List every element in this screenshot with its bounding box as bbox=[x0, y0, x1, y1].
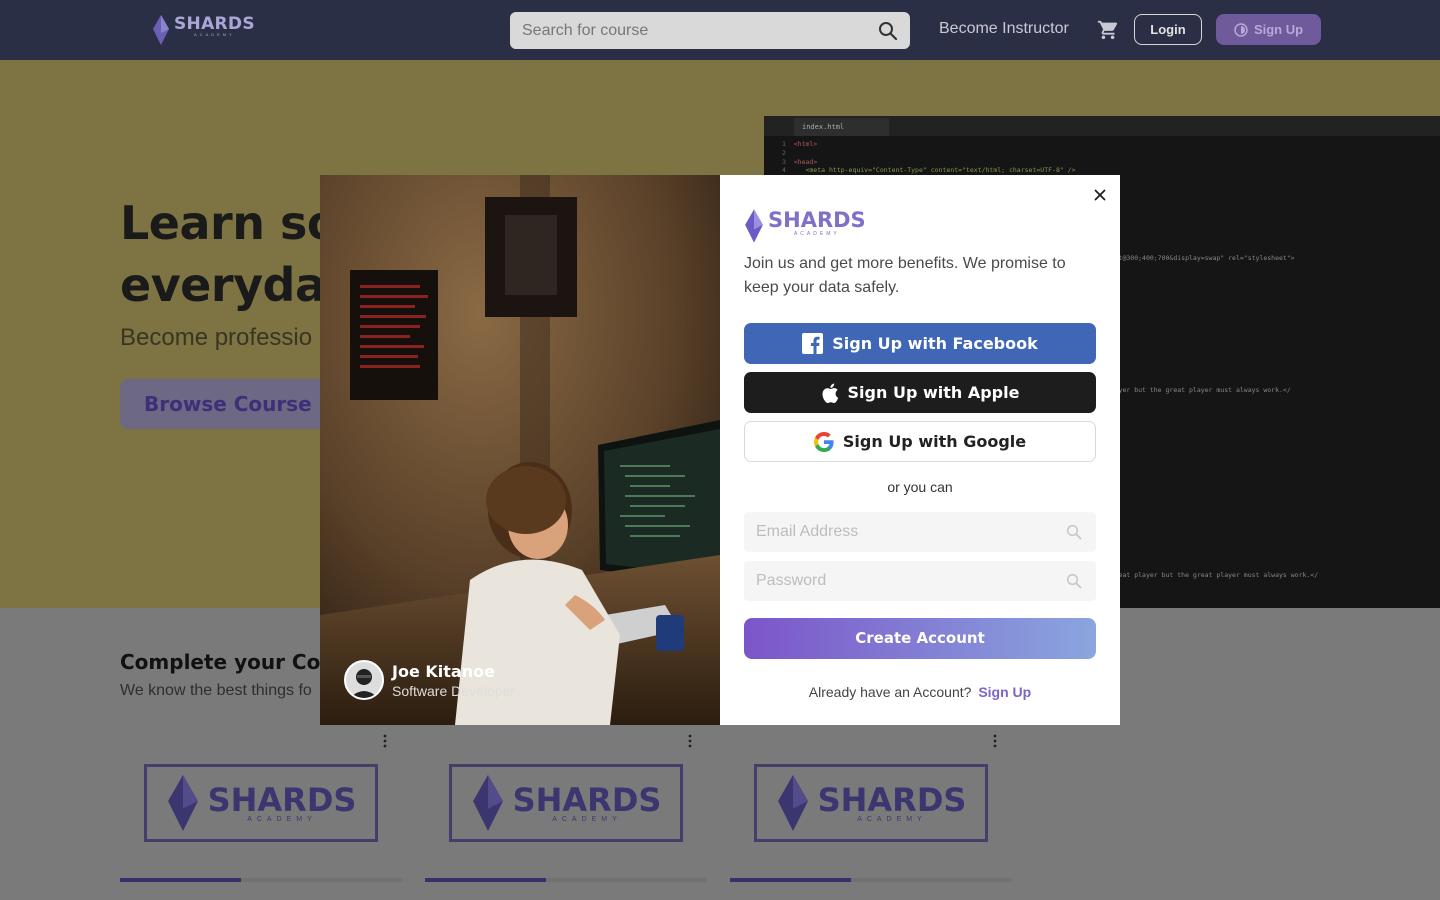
brand-sub: ACADEMY bbox=[194, 32, 235, 37]
facebook-signup-button[interactable]: Sign Up with Facebook bbox=[744, 323, 1096, 364]
apple-signup-label: Sign Up with Apple bbox=[847, 383, 1020, 402]
course-progress-fill bbox=[425, 878, 547, 882]
course-brand: SHARDS bbox=[207, 780, 357, 819]
course-search bbox=[510, 12, 910, 49]
more-vertical-icon[interactable] bbox=[382, 734, 388, 748]
email-input[interactable] bbox=[744, 512, 1054, 552]
modal-photo: Joe Kitanoe Software Developer bbox=[320, 175, 720, 725]
apple-icon bbox=[822, 383, 838, 403]
hero-subtitle: Become professio bbox=[120, 324, 313, 351]
password-field bbox=[744, 561, 1096, 601]
password-input[interactable] bbox=[744, 561, 1054, 601]
course-progress-fill bbox=[730, 878, 852, 882]
course-progress bbox=[730, 878, 1012, 882]
course-progress bbox=[425, 878, 707, 882]
code-tabbar: index.html bbox=[764, 116, 1440, 136]
shards-logo-icon bbox=[167, 775, 198, 831]
courses-title: Complete your Cou bbox=[120, 650, 335, 674]
divider-text: or you can bbox=[887, 479, 953, 495]
intro-text: Join us and get more benefits. We promis… bbox=[744, 255, 1066, 296]
developer-photo bbox=[320, 175, 720, 725]
course-brand: SHARDS bbox=[817, 780, 967, 819]
search-input[interactable] bbox=[510, 12, 870, 49]
google-signup-label: Sign Up with Google bbox=[842, 432, 1027, 451]
search-icon[interactable] bbox=[878, 21, 898, 41]
author-info: Joe Kitanoe Software Developer bbox=[344, 660, 515, 700]
facebook-signup-label: Sign Up with Facebook bbox=[832, 334, 1038, 353]
course-card[interactable]: SHARDS ACADEMY bbox=[425, 732, 707, 900]
search-icon bbox=[1066, 524, 1082, 540]
brand-name: SHARDS bbox=[174, 14, 255, 34]
signup-button[interactable]: Sign Up bbox=[1216, 14, 1321, 45]
course-thumbnail: SHARDS ACADEMY bbox=[449, 764, 683, 842]
search-icon bbox=[1066, 573, 1082, 589]
signin-prompt: Already have an Account? Sign Up bbox=[720, 684, 1120, 700]
avatar-icon bbox=[346, 662, 382, 698]
email-field bbox=[744, 512, 1096, 552]
google-signup-button[interactable]: Sign Up with Google bbox=[744, 421, 1096, 462]
courses-subtitle: We know the best things fo bbox=[120, 682, 312, 699]
login-button[interactable]: Login bbox=[1134, 14, 1202, 45]
have-account-text: Already have an Account? bbox=[808, 684, 972, 700]
signup-button-label: Sign Up bbox=[1253, 22, 1304, 37]
user-circle-icon bbox=[1234, 22, 1248, 37]
shards-logo-icon bbox=[153, 15, 169, 45]
apple-signup-button[interactable]: Sign Up with Apple bbox=[744, 372, 1096, 413]
author-name: Joe Kitanoe bbox=[392, 661, 495, 681]
more-vertical-icon[interactable] bbox=[992, 734, 998, 748]
facebook-icon bbox=[802, 333, 824, 354]
code-tab: index.html bbox=[794, 118, 889, 136]
signup-modal: Joe Kitanoe Software Developer SHARDS AC… bbox=[320, 175, 1120, 725]
close-icon[interactable] bbox=[1092, 187, 1108, 203]
top-navbar: SHARDS ACADEMY Become Instructor Login S… bbox=[0, 0, 1440, 60]
course-progress bbox=[120, 878, 402, 882]
course-progress-fill bbox=[120, 878, 242, 882]
browse-course-button[interactable]: Browse Course bbox=[120, 379, 340, 429]
course-card[interactable]: SHARDS ACADEMY bbox=[730, 732, 1012, 900]
more-vertical-icon[interactable] bbox=[687, 734, 693, 748]
signup-link[interactable]: Sign Up bbox=[978, 684, 1031, 700]
create-account-button[interactable]: Create Account bbox=[744, 618, 1096, 659]
course-thumbnail: SHARDS ACADEMY bbox=[754, 764, 988, 842]
become-instructor-link[interactable]: Become Instructor bbox=[939, 20, 1069, 38]
shards-logo-icon bbox=[777, 775, 808, 831]
shards-logo-icon bbox=[745, 209, 763, 243]
brand-logo[interactable]: SHARDS ACADEMY bbox=[152, 15, 255, 47]
author-role: Software Developer bbox=[392, 682, 515, 699]
google-icon bbox=[813, 431, 834, 452]
signup-form: SHARDS ACADEMY Join us and get more bene… bbox=[720, 175, 1120, 725]
author-avatar bbox=[344, 660, 384, 700]
form-logo: SHARDS ACADEMY bbox=[744, 209, 866, 243]
cart-icon[interactable] bbox=[1097, 19, 1119, 41]
form-logo-name: SHARDS bbox=[768, 208, 866, 232]
course-brand: SHARDS bbox=[512, 780, 662, 819]
course-card[interactable]: SHARDS ACADEMY bbox=[120, 732, 402, 900]
course-thumbnail: SHARDS ACADEMY bbox=[144, 764, 378, 842]
shards-logo-icon bbox=[472, 775, 503, 831]
